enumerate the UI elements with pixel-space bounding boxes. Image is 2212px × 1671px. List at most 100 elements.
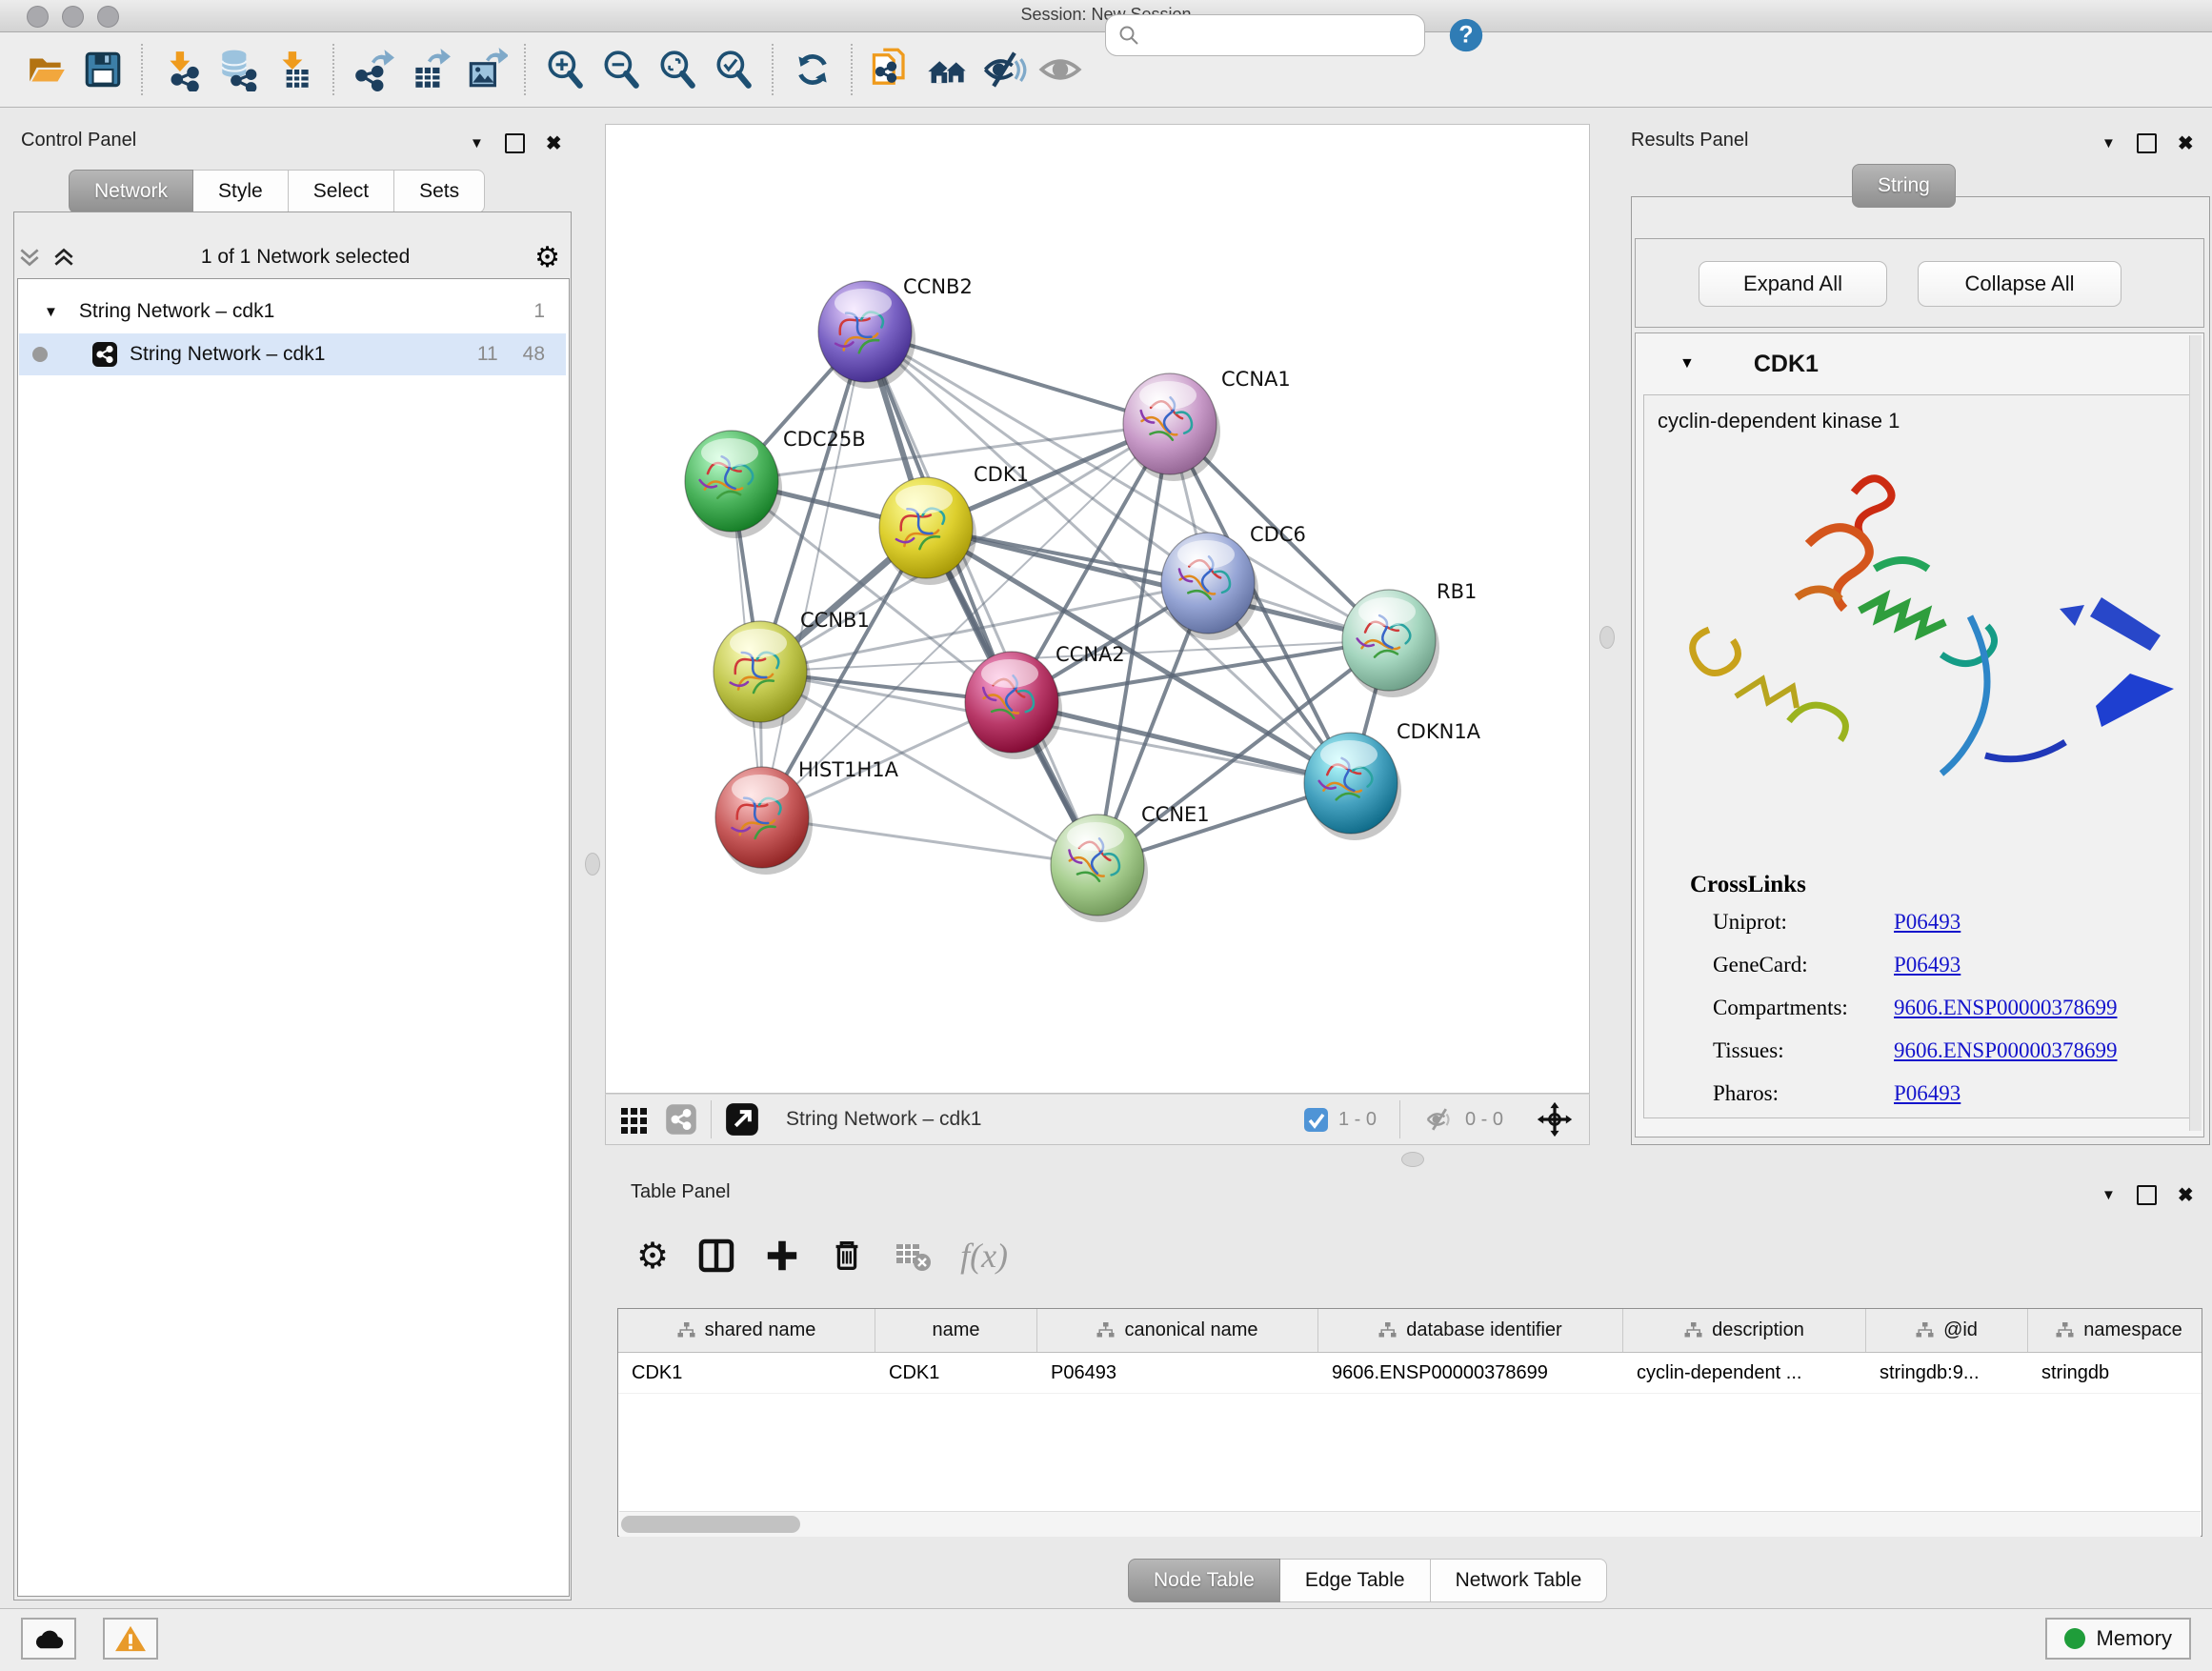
panel-close-icon[interactable]: ✖: [2178, 1183, 2194, 1207]
import-table-button[interactable]: [271, 45, 318, 94]
crosslink-link[interactable]: 9606.ENSP00000378699: [1894, 1038, 2118, 1063]
zoom-out-button[interactable]: [597, 45, 645, 94]
panel-menu-icon[interactable]: ▼: [2101, 1187, 2116, 1203]
import-network-database-button[interactable]: [214, 45, 262, 94]
node-CCNB2[interactable]: [818, 281, 915, 389]
clone-network-button[interactable]: [868, 45, 915, 94]
tree-expand-icon[interactable]: ▼: [44, 304, 58, 320]
table-cell[interactable]: CDK1: [875, 1353, 1037, 1393]
column-header-shared-name[interactable]: shared name: [618, 1309, 875, 1352]
refresh-button[interactable]: [789, 45, 836, 94]
panel-close-icon[interactable]: ✖: [2178, 131, 2194, 155]
clear-table-icon[interactable]: [894, 1237, 932, 1275]
tab-edge-table[interactable]: Edge Table: [1280, 1559, 1431, 1602]
tab-sets[interactable]: Sets: [394, 170, 485, 213]
tab-network[interactable]: Network: [69, 170, 193, 213]
memory-button[interactable]: Memory: [2045, 1618, 2191, 1660]
expand-all-button[interactable]: Expand All: [1699, 261, 1887, 307]
bottom-splitter-handle[interactable]: [1401, 1152, 1424, 1167]
panel-close-icon[interactable]: ✖: [546, 131, 562, 155]
network-row-selected[interactable]: String Network – cdk1 11 48: [19, 333, 566, 375]
results-entry-header[interactable]: ▼ CDK1: [1636, 333, 2203, 394]
gear-icon[interactable]: ⚙︎: [534, 241, 560, 274]
split-columns-icon[interactable]: [697, 1237, 735, 1275]
column-header-description[interactable]: description: [1623, 1309, 1866, 1352]
import-network-file-button[interactable]: [158, 45, 206, 94]
table-hscrollbar-thumb[interactable]: [621, 1516, 800, 1533]
node-CDK1[interactable]: [879, 477, 976, 585]
zoom-selected-button[interactable]: [710, 45, 757, 94]
node-CDKN1A[interactable]: [1304, 733, 1401, 840]
table-cell[interactable]: 9606.ENSP00000378699: [1318, 1353, 1623, 1393]
column-header-@id[interactable]: @id: [1866, 1309, 2028, 1352]
panel-float-icon[interactable]: [2137, 133, 2157, 153]
column-header-namespace[interactable]: namespace: [2028, 1309, 2202, 1352]
column-header-name[interactable]: name: [875, 1309, 1037, 1352]
export-image-button[interactable]: [462, 45, 510, 94]
delete-column-icon[interactable]: [829, 1238, 865, 1274]
crosslink-link[interactable]: P06493: [1894, 1081, 1961, 1106]
right-splitter-handle[interactable]: [1599, 626, 1615, 649]
node-CDC6[interactable]: [1161, 533, 1258, 640]
tab-node-table[interactable]: Node Table: [1128, 1559, 1280, 1602]
hide-selected-button[interactable]: [980, 45, 1028, 94]
tab-string[interactable]: String: [1852, 164, 1956, 208]
table-cell[interactable]: stringdb:9...: [1866, 1353, 2028, 1393]
add-column-icon[interactable]: [764, 1238, 800, 1274]
panel-menu-icon[interactable]: ▼: [2101, 135, 2116, 151]
save-session-button[interactable]: [79, 45, 127, 94]
zoom-in-button[interactable]: [541, 45, 589, 94]
panel-float-icon[interactable]: [505, 133, 525, 153]
export-table-button[interactable]: [406, 45, 453, 94]
table-cell[interactable]: stringdb: [2028, 1353, 2202, 1393]
tab-network-table[interactable]: Network Table: [1431, 1559, 1608, 1602]
open-session-button[interactable]: [23, 45, 70, 94]
table-cell[interactable]: P06493: [1037, 1353, 1318, 1393]
column-header-database-identifier[interactable]: database identifier: [1318, 1309, 1623, 1352]
cloud-status-button[interactable]: [21, 1618, 76, 1660]
node-CCNA1[interactable]: [1123, 373, 1220, 481]
help-button[interactable]: ?: [1446, 15, 1486, 60]
network-collection-row[interactable]: ▼ String Network – cdk1 1: [19, 292, 566, 332]
network-graph[interactable]: CCNB2CCNA1CDC25BCDK1CDC6RB1CCNB1CCNA2CDK…: [606, 125, 1589, 1093]
show-all-networks-button[interactable]: [924, 45, 972, 94]
table-cell[interactable]: cyclin-dependent ...: [1623, 1353, 1866, 1393]
export-network-button[interactable]: [350, 45, 397, 94]
expand-all-icon[interactable]: [51, 245, 76, 270]
tab-select[interactable]: Select: [289, 170, 394, 213]
panel-float-icon[interactable]: [2137, 1185, 2157, 1205]
tab-style[interactable]: Style: [193, 170, 289, 213]
node-CCNA2[interactable]: [965, 652, 1062, 759]
crosslink-link[interactable]: P06493: [1894, 910, 1961, 935]
panel-menu-icon[interactable]: ▼: [470, 135, 484, 151]
zoom-fit-button[interactable]: [654, 45, 701, 94]
hidden-eye-icon[interactable]: [1423, 1105, 1456, 1134]
grid-view-icon[interactable]: [619, 1104, 650, 1135]
column-header-canonical-name[interactable]: canonical name: [1037, 1309, 1318, 1352]
edge-CCNB2-CCNE1[interactable]: [865, 332, 1097, 865]
node-RB1[interactable]: [1342, 590, 1439, 697]
search-input[interactable]: [1140, 25, 1411, 47]
table-row[interactable]: CDK1CDK1P064939606.ENSP00000378699cyclin…: [618, 1353, 2202, 1394]
node-table[interactable]: shared namenamecanonical namedatabase id…: [617, 1308, 2202, 1537]
crosslink-link[interactable]: 9606.ENSP00000378699: [1894, 996, 2118, 1020]
collapse-triangle-icon[interactable]: ▼: [1679, 355, 1695, 372]
show-hidden-button[interactable]: [1036, 45, 1084, 94]
function-builder-icon[interactable]: f(x): [960, 1236, 1008, 1276]
node-CDC25B[interactable]: [685, 431, 782, 538]
pan-crosshair-icon[interactable]: [1536, 1100, 1574, 1138]
collapse-all-button[interactable]: Collapse All: [1918, 261, 2122, 307]
table-cell[interactable]: CDK1: [618, 1353, 875, 1393]
network-view-icon[interactable]: [665, 1103, 697, 1136]
table-gear-icon[interactable]: ⚙︎: [636, 1235, 669, 1278]
collapse-all-icon[interactable]: [17, 245, 42, 270]
crosslink-link[interactable]: P06493: [1894, 953, 1961, 977]
results-scrollbar[interactable]: [2189, 335, 2202, 1131]
search-field[interactable]: [1105, 14, 1425, 56]
node-CCNE1[interactable]: [1051, 815, 1148, 922]
annotation-mode-icon[interactable]: [725, 1102, 759, 1137]
warnings-button[interactable]: [103, 1618, 158, 1660]
selected-checkbox-icon[interactable]: [1303, 1107, 1329, 1133]
left-splitter-handle[interactable]: [585, 853, 600, 876]
table-hscrollbar[interactable]: [619, 1511, 2201, 1537]
